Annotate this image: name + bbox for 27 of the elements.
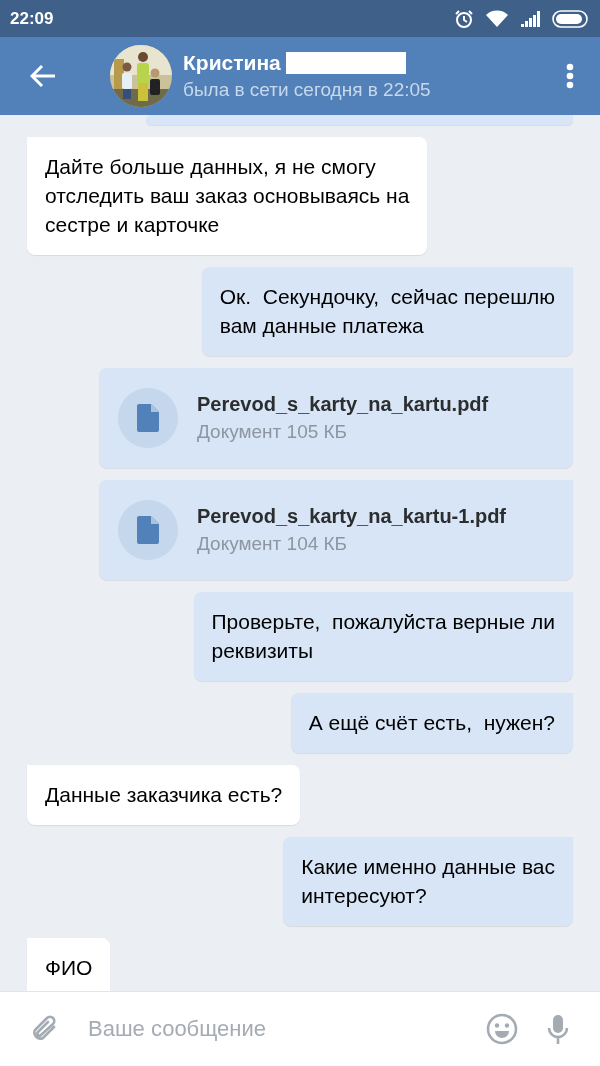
wifi-icon (486, 9, 508, 28)
file-meta: Документ 105 КБ (197, 420, 349, 444)
message-bubble: Ок. Секундочку, сейчас перешлю вам данные платежа (201, 267, 573, 356)
more-icon[interactable] (566, 63, 574, 89)
file-name: Perevod_s_karty_na_kartu.pdf (197, 392, 489, 417)
emoji-icon[interactable] (486, 1013, 518, 1045)
file-attachment[interactable]: Perevod_s_karty_na_kartu.pdf Документ 105 КБ (99, 368, 573, 468)
battery-icon (552, 9, 588, 28)
last-seen: была в сети сегодня в 22:05 (183, 78, 432, 102)
document-icon (137, 516, 159, 544)
clock: 22:09 (10, 8, 55, 29)
message-bubble: Какие именно данные вас интересуют? (283, 837, 573, 926)
message-bubble: ФИО (27, 938, 111, 991)
file-attachment[interactable]: Perevod_s_karty_na_kartu-1.pdf Документ 104 КБ (99, 480, 573, 580)
microphone-icon[interactable] (546, 1014, 570, 1044)
contact-name: Кристина (183, 50, 281, 76)
message-bubble: Проверьте, пожалуйста верные ли реквизиты (193, 592, 573, 681)
back-arrow-icon[interactable] (30, 64, 56, 88)
document-icon (137, 404, 159, 432)
message-input[interactable]: Ваше сообщение (88, 1016, 458, 1042)
message-bubble: Данные заказчика есть? (27, 765, 301, 825)
message-bubble: А ещё счёт есть, нужен? (290, 693, 573, 753)
file-meta: Документ 104 КБ (197, 532, 349, 556)
message-bubble: Дайте больше данных, я не смогу отследить ваш заказ основываясь на сестре и карточке (27, 137, 428, 255)
alarm-icon (454, 8, 474, 29)
signal-icon (520, 10, 540, 27)
file-name: Perevod_s_karty_na_kartu-1.pdf (197, 504, 507, 529)
